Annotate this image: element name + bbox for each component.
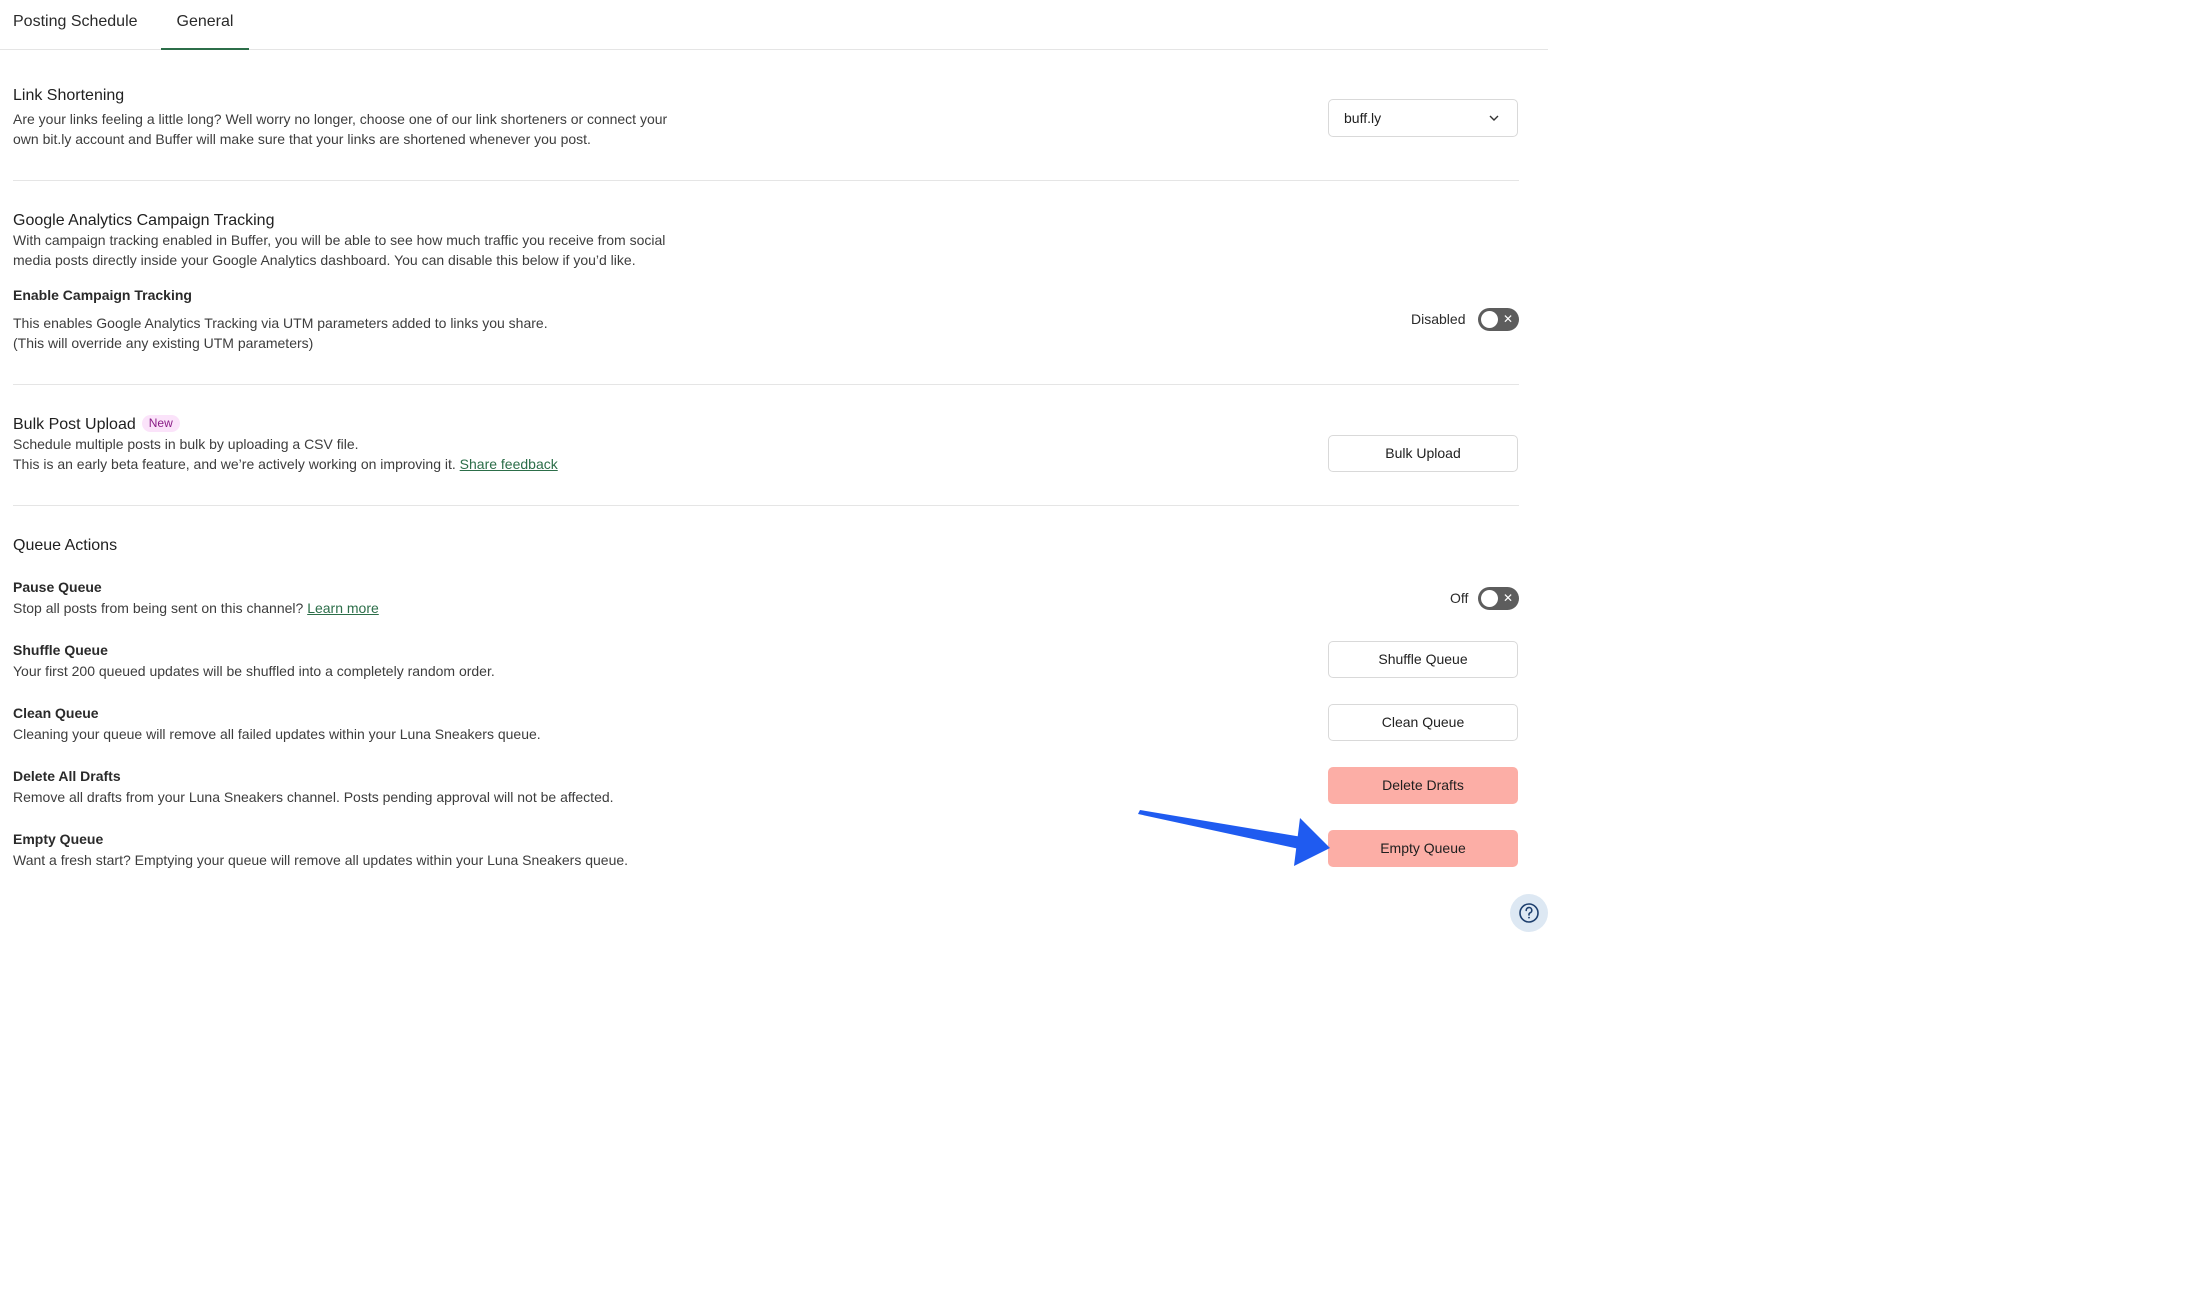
clean-queue-desc: Cleaning your queue will remove all fail… [13,726,541,742]
divider [13,180,1519,181]
new-badge: New [141,415,180,432]
bulk-upload-desc-1: Schedule multiple posts in bulk by uploa… [13,436,359,452]
close-icon: ✕ [1502,312,1513,326]
enable-tracking-desc-2: (This will override any existing UTM par… [13,335,314,351]
ga-desc-2: media posts directly inside your Google … [13,252,636,268]
pause-toggle-label: Off [1450,590,1469,606]
learn-more-link[interactable]: Learn more [307,600,379,616]
ga-desc-1: With campaign tracking enabled in Buffer… [13,232,666,248]
arrow-annotation [1138,810,1330,866]
enable-tracking-title: Enable Campaign Tracking [13,287,192,303]
tab-posting-schedule[interactable]: Posting Schedule [13,0,138,49]
ga-title: Google Analytics Campaign Tracking [13,212,275,229]
link-shortener-value: buff.ly [1344,110,1382,126]
delete-drafts-title: Delete All Drafts [13,768,121,784]
shuffle-queue-button[interactable]: Shuffle Queue [1328,641,1518,678]
pause-queue-desc: Stop all posts from being sent on this c… [13,598,379,618]
tab-general[interactable]: General [161,0,249,50]
delete-drafts-desc: Remove all drafts from your Luna Sneaker… [13,789,614,805]
link-shortener-select[interactable]: buff.ly [1328,99,1518,137]
link-shortening-desc-1: Are your links feeling a little long? We… [13,111,668,127]
shuffle-queue-desc: Your first 200 queued updates will be sh… [13,663,495,679]
divider [13,384,1519,385]
close-icon: ✕ [1502,591,1513,605]
help-button[interactable] [1510,894,1548,932]
pause-queue-title: Pause Queue [13,579,102,595]
chevron-down-icon [1489,115,1499,121]
toggle-knob [1481,311,1498,328]
toggle-knob [1481,590,1498,607]
empty-queue-button[interactable]: Empty Queue [1328,830,1518,867]
enable-tracking-desc-1: This enables Google Analytics Tracking v… [13,315,548,331]
bulk-upload-title-text: Bulk Post Upload [13,416,136,433]
pause-queue-desc-text: Stop all posts from being sent on this c… [13,600,304,616]
tab-bar: Posting Schedule General [0,0,1548,50]
bulk-upload-desc-2: This is an early beta feature, and we’re… [13,454,558,474]
empty-queue-desc: Want a fresh start? Emptying your queue … [13,852,629,868]
tracking-toggle-label: Disabled [1411,311,1466,327]
tracking-toggle[interactable]: ✕ [1478,308,1519,331]
link-shortening-desc-2: own bit.ly account and Buffer will make … [13,131,591,147]
divider [13,505,1519,506]
help-icon [1519,903,1539,923]
shuffle-queue-title: Shuffle Queue [13,642,108,658]
delete-drafts-button[interactable]: Delete Drafts [1328,767,1518,804]
bulk-upload-desc-text: This is an early beta feature, and we’re… [13,456,456,472]
bulk-upload-title: Bulk Post Upload New [13,415,180,434]
link-shortening-title: Link Shortening [13,87,125,104]
settings-page: Posting Schedule General Link Shortening… [0,0,1548,940]
clean-queue-button[interactable]: Clean Queue [1328,704,1518,741]
bulk-upload-button[interactable]: Bulk Upload [1328,435,1518,472]
share-feedback-link[interactable]: Share feedback [460,456,558,472]
queue-actions-title: Queue Actions [13,537,118,554]
pause-queue-toggle[interactable]: ✕ [1478,587,1519,610]
empty-queue-title: Empty Queue [13,831,104,847]
clean-queue-title: Clean Queue [13,705,99,721]
